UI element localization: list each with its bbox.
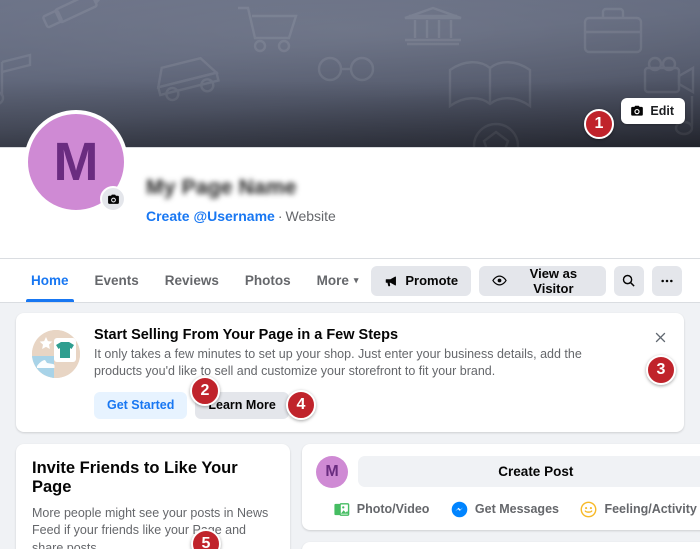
chevron-down-icon: ▾	[353, 275, 359, 285]
camera-icon	[630, 104, 644, 118]
create-post-label: Create Post	[498, 464, 574, 479]
smiley-icon	[580, 501, 597, 518]
promo-buttons: Get Started Learn More 4	[94, 389, 644, 420]
subline-separator: ·	[277, 208, 283, 224]
search-page-button[interactable]	[613, 265, 644, 296]
messenger-icon	[451, 501, 468, 518]
right-column: M Create Post Photo/Video Get Messages F…	[302, 443, 700, 549]
photo-video-label: Photo/Video	[356, 502, 430, 516]
content-columns: Invite Friends to Like Your Page More pe…	[16, 443, 700, 549]
promo-body: Start Selling From Your Page in a Few St…	[94, 327, 668, 420]
photo-video-button[interactable]: Photo/Video	[333, 501, 430, 518]
tab-events-label: Events	[94, 273, 139, 288]
website-link[interactable]: Website	[286, 208, 336, 224]
get-messages-label: Get Messages	[474, 502, 559, 516]
tab-photos[interactable]: Photos	[232, 259, 304, 302]
tab-reviews[interactable]: Reviews	[152, 259, 232, 302]
tabbar-actions: Promote View as Visitor	[371, 265, 682, 296]
get-messages-button[interactable]: Get Messages	[451, 501, 559, 518]
tab-reviews-label: Reviews	[164, 273, 219, 288]
feeling-activity-button[interactable]: Feeling/Activity	[580, 501, 697, 518]
callout-badge-2: 2	[190, 376, 220, 406]
promo-description: It only takes a few minutes to set up yo…	[94, 347, 582, 379]
composer-actions: Photo/Video Get Messages Feeling/Activit…	[316, 501, 700, 518]
shop-illustration	[32, 330, 80, 378]
page-tabbar: Home Events Reviews Photos More ▾ Promot…	[0, 259, 700, 303]
view-as-visitor-label: View as Visitor	[529, 265, 578, 296]
page-title-text: My Page Name	[146, 176, 297, 199]
composer-avatar[interactable]: M	[316, 455, 348, 488]
page-identity: My Page Name Create @Username · Website	[146, 176, 336, 224]
page-subline: Create @Username · Website	[146, 208, 336, 224]
search-icon	[621, 273, 636, 288]
photo-video-icon	[333, 501, 350, 518]
callout-badge-5-number: 5	[201, 534, 211, 549]
close-icon	[653, 330, 668, 345]
eye-icon	[492, 273, 507, 288]
tab-more[interactable]: More ▾	[304, 259, 372, 302]
promote-label: Promote	[405, 273, 459, 288]
invite-friends-card: Invite Friends to Like Your Page More pe…	[16, 443, 290, 549]
ellipsis-icon	[659, 273, 675, 289]
callout-badge-4: 4	[286, 389, 316, 420]
left-column: Invite Friends to Like Your Page More pe…	[16, 443, 290, 549]
feeling-activity-label: Feeling/Activity	[604, 502, 697, 516]
tab-home[interactable]: Home	[18, 259, 82, 302]
camera-icon	[107, 193, 120, 206]
profile-picture-wrapper[interactable]: M	[24, 110, 128, 214]
page-title: My Page Name	[146, 176, 297, 200]
tab-home-label: Home	[31, 273, 69, 288]
callout-badge-2-number: 2	[200, 382, 210, 399]
callout-badge-4-number: 4	[296, 395, 306, 413]
page-header: M My Page Name Create @Username · Website …	[0, 110, 700, 406]
invite-friends-title: Invite Friends to Like Your Page	[32, 458, 238, 496]
tab-photos-label: Photos	[244, 273, 291, 288]
more-options-button[interactable]	[651, 265, 682, 296]
get-started-button[interactable]: Get Started	[94, 391, 188, 419]
edit-cover-label: Edit	[650, 104, 674, 118]
callout-badge-3: 3	[646, 355, 676, 385]
callout-badge-3-number: 3	[656, 361, 666, 378]
composer-top-row: M Create Post	[316, 455, 700, 488]
selling-promo-card: Start Selling From Your Page in a Few St…	[16, 313, 684, 432]
tab-events[interactable]: Events	[82, 259, 152, 302]
tab-list: Home Events Reviews Photos More ▾	[18, 259, 371, 302]
tab-more-label: More	[316, 273, 349, 288]
edit-profile-picture-button[interactable]	[100, 186, 126, 212]
page-content: Start Selling From Your Page in a Few St…	[0, 303, 700, 549]
invite-friends-description: More people might see your posts in News…	[32, 505, 269, 549]
close-promo-button[interactable]	[649, 326, 671, 348]
composer-avatar-letter: M	[325, 462, 339, 480]
callout-badge-1-number: 1	[594, 115, 604, 132]
create-username-link[interactable]: Create @Username	[146, 208, 275, 224]
edit-cover-button[interactable]: Edit	[621, 98, 685, 124]
megaphone-icon	[384, 274, 398, 288]
avatar-letter: M	[53, 132, 99, 192]
promote-button[interactable]: Promote	[371, 265, 472, 296]
tshirt-icon	[54, 338, 76, 362]
create-post-card: M Create Post Photo/Video Get Messages F…	[302, 443, 700, 530]
view-as-visitor-button[interactable]: View as Visitor	[479, 265, 606, 296]
create-post-input[interactable]: Create Post	[358, 456, 700, 487]
promo-title: Start Selling From Your Page in a Few St…	[94, 327, 399, 343]
callout-badge-1: 1	[584, 109, 614, 139]
create-shortcuts-card: Create Live	[302, 541, 700, 549]
